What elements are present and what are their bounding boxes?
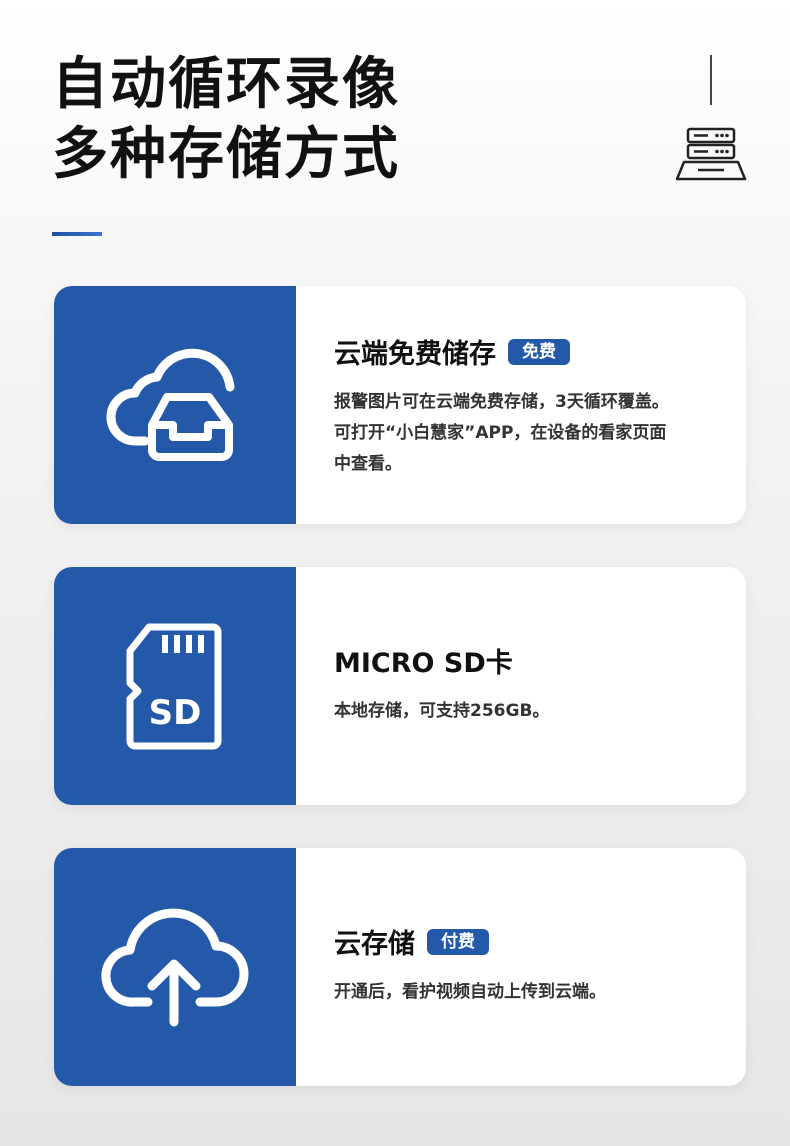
cloud-upload-icon bbox=[101, 908, 249, 1027]
headline-line-1: 自动循环录像 bbox=[52, 52, 400, 117]
sd-label: SD bbox=[149, 693, 202, 733]
free-badge: 免费 bbox=[508, 338, 570, 365]
card-title: 云端免费储存 bbox=[334, 339, 496, 370]
card-title-row: 云存储 付费 bbox=[334, 922, 716, 961]
vertical-divider bbox=[710, 55, 712, 105]
cloud-storage-icon bbox=[106, 348, 235, 461]
card-title-row: 云端免费储存 免费 bbox=[334, 332, 716, 371]
card-icon-panel: SD bbox=[54, 567, 296, 805]
card-micro-sd: SD MICRO SD卡 本地存储，可支持256GB。 bbox=[54, 567, 746, 805]
description-line: 本地存储，可支持256GB。 bbox=[334, 701, 550, 721]
card-title: 云存储 bbox=[334, 929, 415, 960]
card-title-row: MICRO SD卡 bbox=[334, 641, 716, 680]
page-headline: 自动循环录像 多种存储方式 bbox=[52, 50, 400, 190]
card-description: 报警图片可在云端免费存储，3天循环覆盖。 可打开“小白慧家”APP，在设备的看家… bbox=[334, 387, 716, 480]
description-line: 中查看。 bbox=[334, 454, 402, 474]
paid-badge: 付费 bbox=[427, 928, 489, 955]
card-title: MICRO SD卡 bbox=[334, 648, 513, 679]
server-storage-icon bbox=[675, 127, 747, 181]
card-cloud-storage-paid: 云存储 付费 开通后，看护视频自动上传到云端。 bbox=[54, 848, 746, 1086]
card-description: 本地存储，可支持256GB。 bbox=[334, 696, 716, 727]
headline-line-2: 多种存储方式 bbox=[52, 122, 400, 187]
description-line: 可打开“小白慧家”APP，在设备的看家页面 bbox=[334, 423, 667, 443]
card-description: 开通后，看护视频自动上传到云端。 bbox=[334, 977, 716, 1008]
sd-card-icon: SD bbox=[126, 623, 222, 750]
headline-underline bbox=[52, 232, 102, 236]
description-line: 报警图片可在云端免费存储，3天循环覆盖。 bbox=[334, 392, 669, 412]
card-icon-panel bbox=[54, 286, 296, 524]
card-cloud-free-storage: 云端免费储存 免费 报警图片可在云端免费存储，3天循环覆盖。 可打开“小白慧家”… bbox=[54, 286, 746, 524]
description-line: 开通后，看护视频自动上传到云端。 bbox=[334, 982, 606, 1002]
card-icon-panel bbox=[54, 848, 296, 1086]
